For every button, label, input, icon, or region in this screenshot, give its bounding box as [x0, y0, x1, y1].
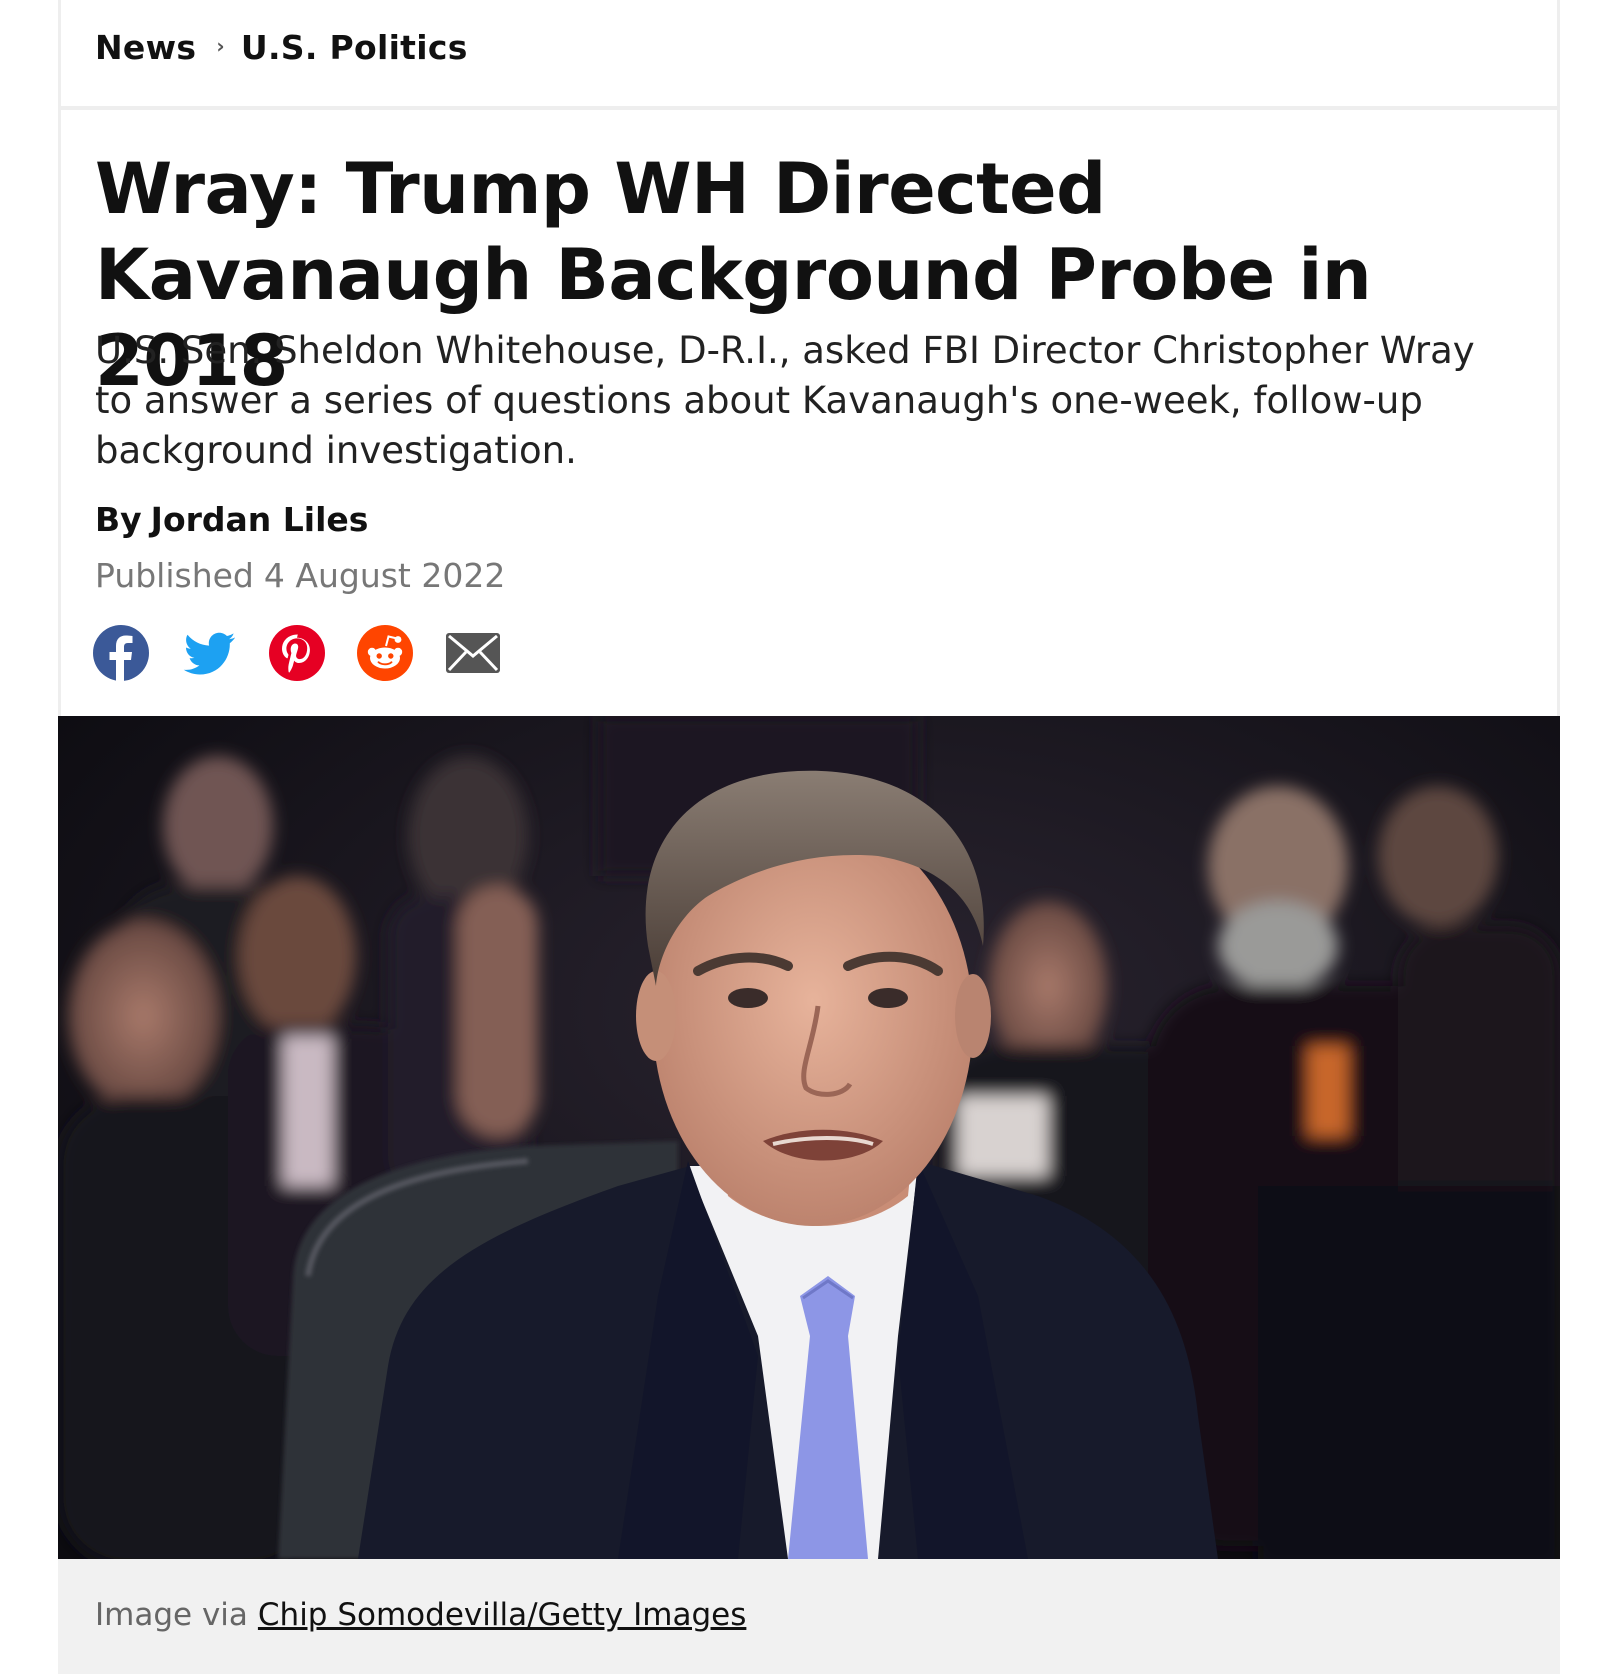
- pinterest-icon: [269, 625, 325, 681]
- header-divider: [61, 106, 1557, 110]
- hero-image: [58, 716, 1560, 1559]
- twitter-icon: [183, 632, 235, 675]
- published-date: Published 4 August 2022: [95, 556, 505, 595]
- share-facebook-button[interactable]: [93, 625, 149, 681]
- published-date-value: 4 August 2022: [263, 556, 506, 595]
- share-pinterest-button[interactable]: [269, 625, 325, 681]
- breadcrumb: News › U.S. Politics: [95, 28, 468, 67]
- byline: By Jordan Liles: [95, 500, 368, 539]
- author-link[interactable]: Jordan Liles: [151, 500, 369, 539]
- share-twitter-button[interactable]: [181, 625, 237, 681]
- article-dek: U.S. Sen. Sheldon Whitehouse, D-R.I., as…: [95, 329, 1475, 472]
- breadcrumb-separator-icon: ›: [216, 33, 225, 58]
- image-caption: Image via Chip Somodevilla/Getty Images: [58, 1559, 1560, 1674]
- published-label: Published: [95, 556, 254, 595]
- email-icon: [446, 633, 500, 673]
- facebook-icon: [93, 625, 149, 681]
- breadcrumb-news-link[interactable]: News: [95, 28, 196, 67]
- caption-text: Image via Chip Somodevilla/Getty Images: [95, 1597, 746, 1633]
- hero-photo: [58, 716, 1560, 1559]
- share-bar: [93, 625, 501, 681]
- breadcrumb-us-politics-link[interactable]: U.S. Politics: [241, 28, 468, 67]
- byline-prefix: By: [95, 500, 142, 539]
- reddit-icon: [357, 625, 413, 681]
- image-credit-link[interactable]: Chip Somodevilla/Getty Images: [258, 1597, 746, 1633]
- caption-prefix: Image via: [95, 1597, 248, 1633]
- share-reddit-button[interactable]: [357, 625, 413, 681]
- share-email-button[interactable]: [445, 625, 501, 681]
